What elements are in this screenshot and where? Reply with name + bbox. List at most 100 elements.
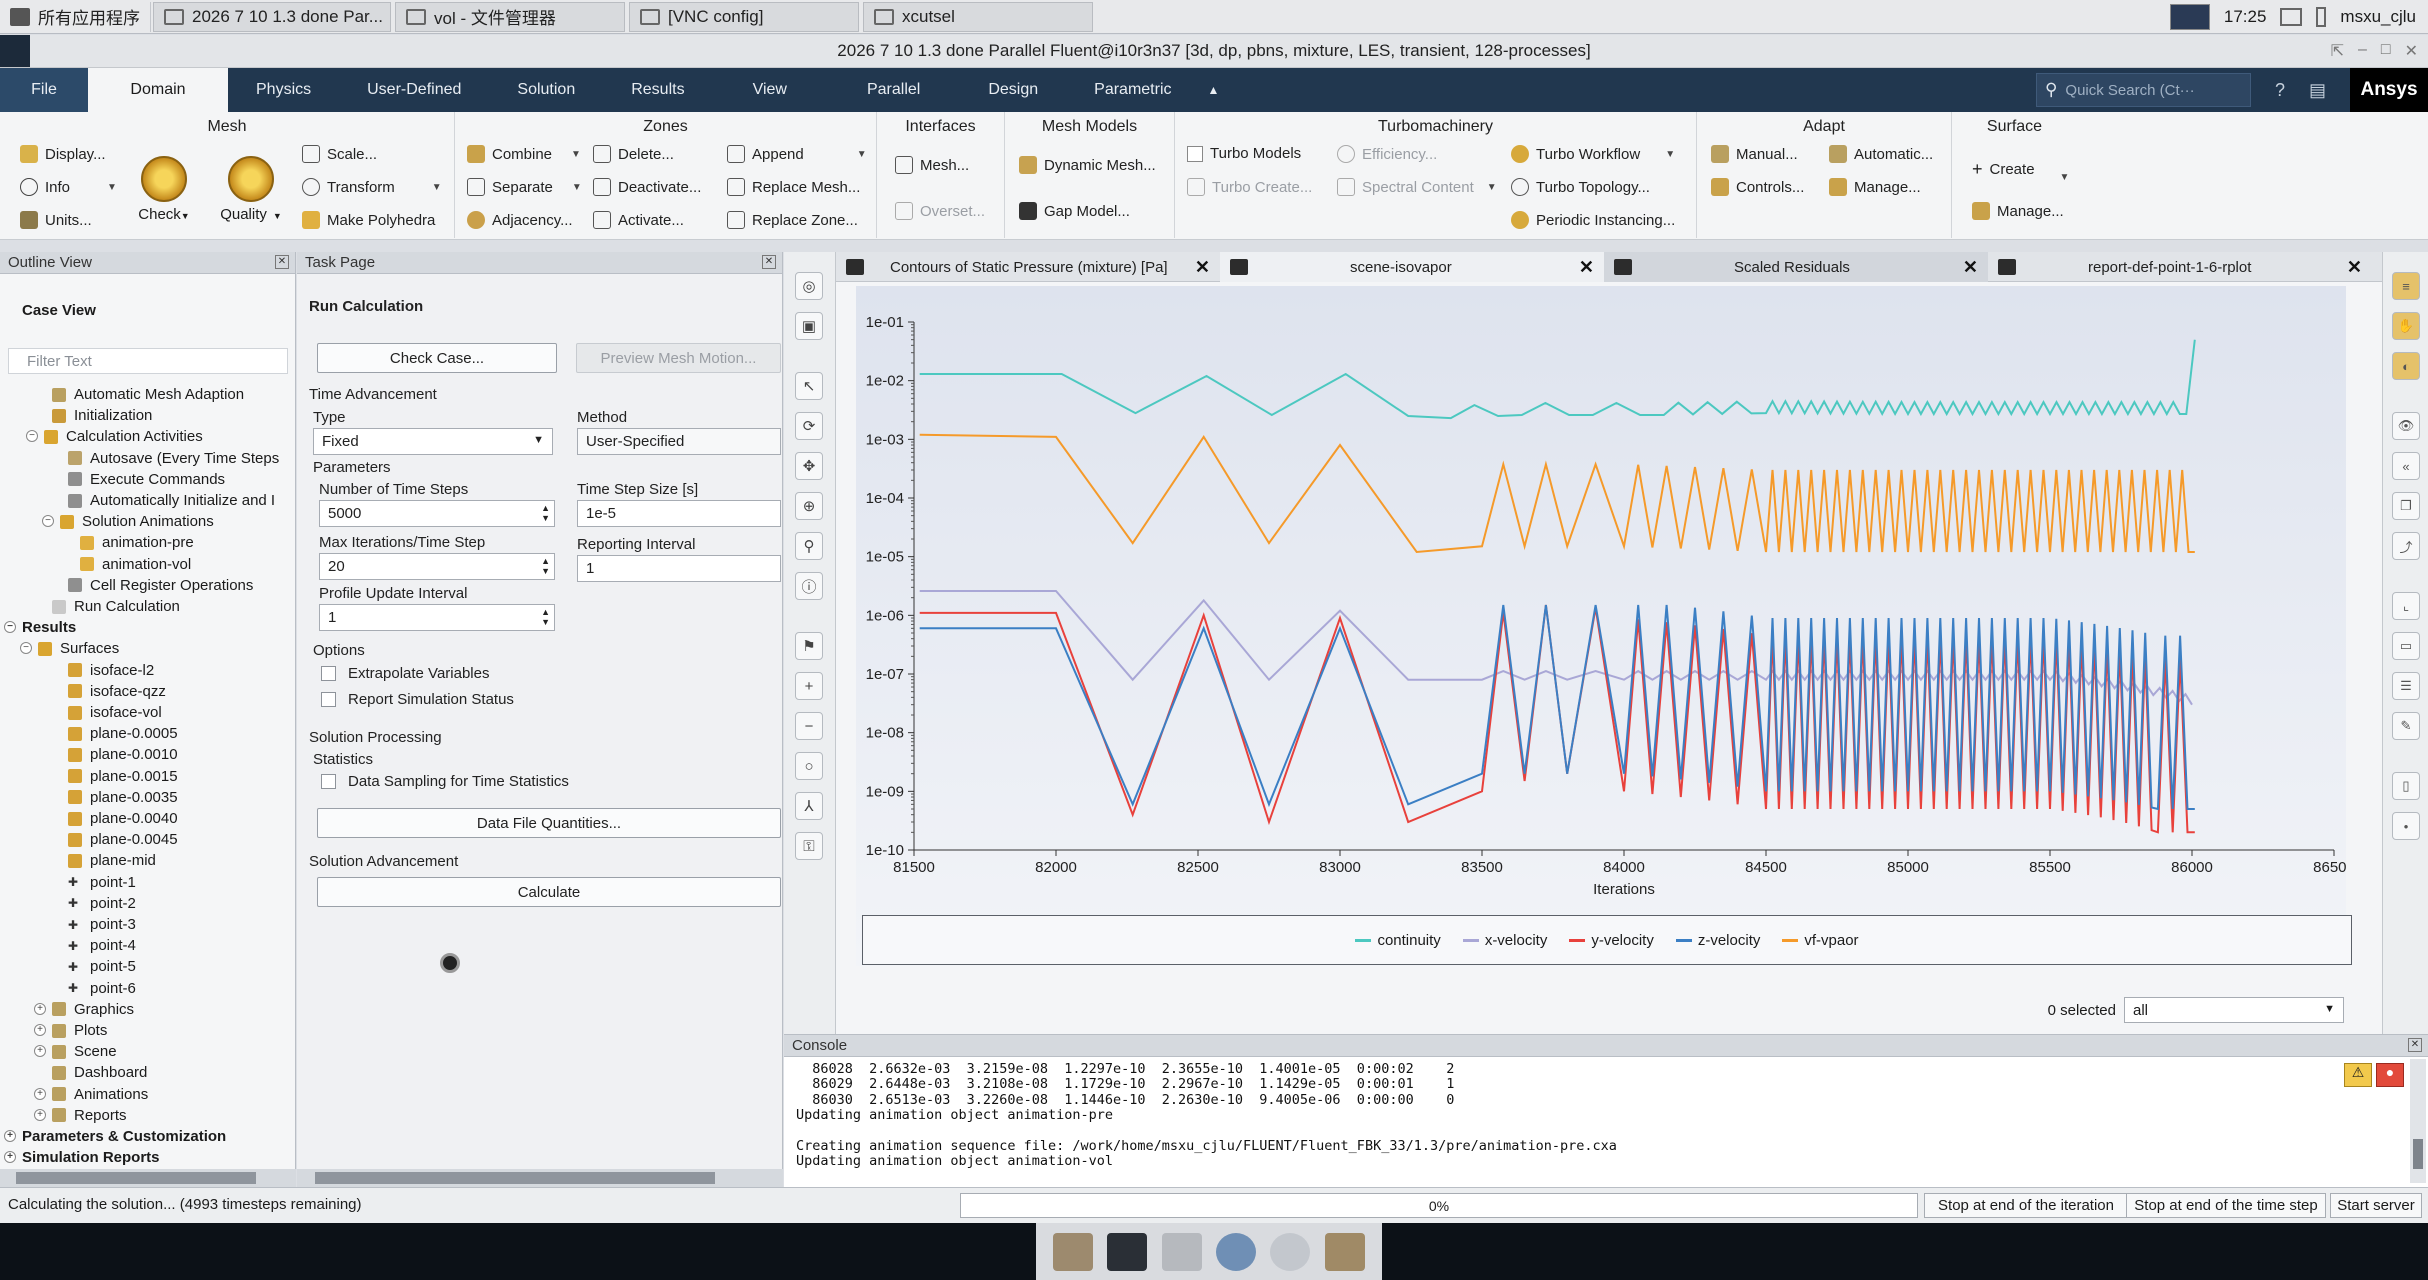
- tree-item[interactable]: Automatically Initialize and I: [68, 490, 275, 511]
- adapt-manage-button[interactable]: Manage...: [1829, 178, 1921, 196]
- max-iterations-input[interactable]: 20 ▲ ▼: [319, 553, 555, 580]
- fit-window-icon[interactable]: ▣: [795, 312, 823, 340]
- tree-item[interactable]: Autosave (Every Time Steps: [68, 448, 279, 469]
- tree-item[interactable]: plane-0.0015: [68, 766, 178, 787]
- turbo-create-button[interactable]: Turbo Create...: [1187, 178, 1312, 196]
- profile-update-input[interactable]: 1 ▲ ▼: [319, 604, 555, 631]
- layers-icon[interactable]: ≡: [2392, 272, 2420, 300]
- maximize-icon[interactable]: □: [2381, 41, 2391, 61]
- reporting-interval-input[interactable]: 1: [577, 555, 781, 582]
- edit-icon[interactable]: ✎: [2392, 712, 2420, 740]
- tree-item[interactable]: Cell Register Operations: [68, 575, 253, 596]
- help-icon[interactable]: ?: [2275, 80, 2285, 101]
- tree-item[interactable]: + Simulation Reports: [4, 1147, 160, 1168]
- tree-item[interactable]: ✚ point-2: [68, 893, 136, 914]
- minimize-icon[interactable]: –: [2358, 41, 2367, 61]
- username[interactable]: msxu_cjlu: [2340, 7, 2416, 27]
- calculate-button[interactable]: Calculate: [317, 877, 781, 907]
- rotate-icon[interactable]: ⟳: [795, 412, 823, 440]
- tree-item[interactable]: + Graphics: [34, 999, 134, 1020]
- zoom-in-icon[interactable]: +: [795, 672, 823, 700]
- taskbar-task-vnc-config[interactable]: [VNC config]: [629, 1, 859, 32]
- tree-item[interactable]: − Surfaces: [20, 638, 119, 659]
- stop-at-iteration-button[interactable]: Stop at end of the iteration: [1924, 1193, 2128, 1218]
- tree-item[interactable]: animation-pre: [80, 532, 194, 553]
- expand-icon[interactable]: +: [34, 1045, 46, 1058]
- report-status-checkbox[interactable]: Report Simulation Status: [321, 691, 514, 708]
- browser-icon[interactable]: [1216, 1232, 1257, 1271]
- replace-mesh-button[interactable]: Replace Mesh...: [727, 178, 860, 196]
- annotate-icon[interactable]: ⚑: [795, 632, 823, 660]
- spectral-content-button[interactable]: Spectral Content ▼: [1337, 178, 1497, 196]
- tree-item[interactable]: − Results: [4, 617, 76, 638]
- menu-physics[interactable]: Physics: [228, 68, 339, 112]
- tree-item[interactable]: + Plots: [34, 1020, 107, 1041]
- surface-create-button[interactable]: + Create ▼: [1972, 156, 2069, 183]
- display-options-icon[interactable]: ◎: [795, 272, 823, 300]
- overset-button[interactable]: Overset...: [895, 202, 985, 220]
- folder-icon[interactable]: [1324, 1232, 1365, 1271]
- taskbar-task-fluent[interactable]: 2026 7 10 1.3 done Par...: [153, 1, 391, 32]
- terminal-icon[interactable]: [1107, 1232, 1148, 1271]
- tree-item[interactable]: isoface-vol: [68, 702, 162, 723]
- menu-file[interactable]: File: [0, 68, 88, 112]
- tree-item[interactable]: ✚ point-3: [68, 914, 136, 935]
- ribbon-collapse-icon[interactable]: ▲: [1200, 68, 1228, 112]
- horizontal-scrollbar[interactable]: [0, 1169, 296, 1187]
- zoom-fit-icon[interactable]: ○: [795, 752, 823, 780]
- tree-item[interactable]: Automatic Mesh Adaption: [52, 384, 244, 405]
- view-icon[interactable]: 👁: [2392, 412, 2420, 440]
- tree-item[interactable]: isoface-qzz: [68, 681, 166, 702]
- home-folder-icon[interactable]: [1053, 1232, 1094, 1271]
- quick-search-input[interactable]: ⚲ Quick Search (Ct···: [2035, 73, 2251, 107]
- tree-item[interactable]: plane-0.0045: [68, 829, 178, 850]
- surface-manage-button[interactable]: Manage...: [1972, 202, 2064, 220]
- tree-item[interactable]: + Animations: [34, 1084, 148, 1105]
- tab-scene-isovapor[interactable]: scene-isovapor ✕: [1220, 252, 1604, 282]
- pointer-icon[interactable]: ↖: [795, 372, 823, 400]
- lock-icon[interactable]: ⚿: [795, 832, 823, 860]
- collapse-icon[interactable]: −: [26, 430, 38, 443]
- selection-filter-select[interactable]: all ▼: [2124, 997, 2344, 1023]
- close-panel-icon[interactable]: ✕: [2408, 1038, 2422, 1052]
- collapse-icon[interactable]: «: [2392, 452, 2420, 480]
- tree-item[interactable]: ✚ point-6: [68, 978, 136, 999]
- dynamic-mesh-button[interactable]: Dynamic Mesh...: [1019, 156, 1156, 174]
- preview-mesh-motion-button[interactable]: Preview Mesh Motion...: [576, 343, 781, 373]
- adapt-controls-button[interactable]: Controls...: [1711, 178, 1804, 196]
- start-server-button[interactable]: Start server: [2330, 1193, 2422, 1218]
- console-panel[interactable]: Console ✕ 86028 2.6632e-03 3.2159e-08 1.2…: [784, 1034, 2428, 1187]
- network-icon[interactable]: [2280, 7, 2303, 26]
- page-icon[interactable]: ▯: [2392, 772, 2420, 800]
- separate-button[interactable]: Separate ▼: [467, 178, 582, 196]
- time-steps-input[interactable]: 5000 ▲ ▼: [319, 500, 555, 527]
- adapt-automatic-button[interactable]: Automatic...: [1829, 145, 1933, 163]
- hand-icon[interactable]: ✋: [2392, 312, 2420, 340]
- tab-contours[interactable]: Contours of Static Pressure (mixture) [P…: [836, 252, 1220, 282]
- data-sampling-checkbox[interactable]: Data Sampling for Time Statistics: [321, 773, 569, 790]
- ruler-icon[interactable]: ▭: [2392, 632, 2420, 660]
- collapse-icon[interactable]: −: [20, 642, 32, 655]
- menu-solution[interactable]: Solution: [489, 68, 603, 112]
- tree-item[interactable]: ✚ point-1: [68, 872, 136, 893]
- activate-button[interactable]: Activate...: [593, 211, 684, 229]
- stepper-icon[interactable]: ▲ ▼: [541, 607, 550, 627]
- workspace-thumbnail[interactable]: [2169, 3, 2210, 30]
- vertical-scrollbar[interactable]: [2410, 1059, 2426, 1183]
- tree-item[interactable]: plane-0.0040: [68, 808, 178, 829]
- report-icon[interactable]: ☰: [2392, 672, 2420, 700]
- transform-button[interactable]: Transform ▼: [302, 178, 442, 196]
- horizontal-scrollbar[interactable]: [297, 1169, 783, 1187]
- menu-domain[interactable]: Domain: [88, 68, 228, 112]
- display-button[interactable]: Display...: [20, 145, 106, 163]
- expand-icon[interactable]: +: [4, 1130, 16, 1142]
- menu-results[interactable]: Results: [603, 68, 712, 112]
- gap-model-button[interactable]: Gap Model...: [1019, 202, 1130, 220]
- tree-item[interactable]: plane-mid: [68, 850, 156, 871]
- quality-button[interactable]: Quality ▼: [214, 156, 288, 223]
- close-tab-icon[interactable]: ✕: [1579, 257, 1594, 278]
- turbo-models-checkbox[interactable]: Turbo Models: [1187, 145, 1301, 162]
- search-app-icon[interactable]: [1270, 1232, 1311, 1271]
- stepper-icon[interactable]: ▲ ▼: [541, 556, 550, 576]
- menu-parametric[interactable]: Parametric: [1066, 68, 1199, 112]
